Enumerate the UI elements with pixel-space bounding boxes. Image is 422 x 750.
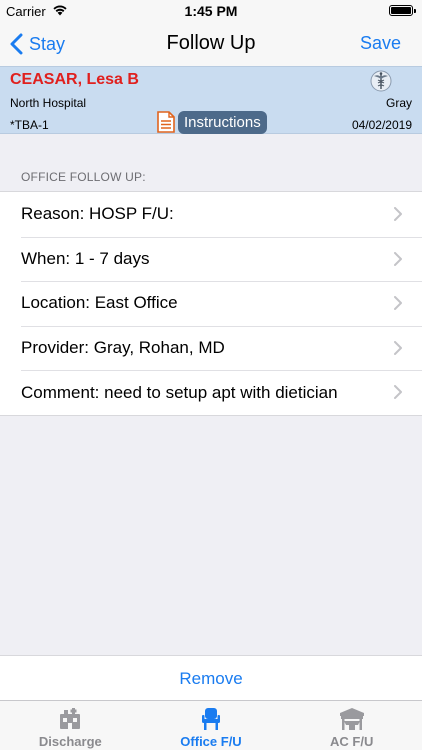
- tab-discharge[interactable]: Discharge: [0, 701, 141, 750]
- discharge-icon: [60, 708, 81, 729]
- comment-row[interactable]: Comment: need to setup apt with dieticia…: [0, 370, 422, 415]
- tab-ac-fu[interactable]: AC F/U: [281, 701, 422, 750]
- tab-discharge-label: Discharge: [38, 734, 102, 749]
- section-header: OFFICE FOLLOW UP:: [21, 170, 146, 184]
- chevron-right-icon: [394, 340, 402, 355]
- chevron-right-icon: [394, 207, 402, 221]
- patient-banner: CEASAR, Lesa B North Hospital Gray *TBA-…: [0, 66, 422, 134]
- caduceus-icon: [370, 70, 392, 92]
- instructions-button[interactable]: Instructions: [178, 111, 267, 134]
- chevron-right-icon: [394, 251, 402, 266]
- location-row[interactable]: Location: East Office: [0, 281, 422, 326]
- patient-name: CEASAR, Lesa B: [10, 71, 139, 88]
- remove-button[interactable]: Remove: [0, 655, 422, 700]
- page-title: Follow Up: [166, 32, 256, 54]
- tab-office-fu[interactable]: Office F/U: [141, 701, 282, 750]
- when-row[interactable]: When: 1 - 7 days: [0, 236, 422, 282]
- tab-bar: Discharge Office F/U AC F/U: [0, 700, 422, 750]
- battery-icon: [389, 5, 416, 16]
- comment-row-label: Comment: need to setup apt with dieticia…: [21, 382, 338, 402]
- clock: 1:45 PM: [184, 3, 238, 19]
- provider-row[interactable]: Provider: Gray, Rohan, MD: [0, 325, 422, 371]
- admission-date: 04/02/2019: [351, 118, 412, 132]
- provider-row-label: Provider: Gray, Rohan, MD: [21, 338, 225, 358]
- room-number: *TBA-1: [10, 118, 49, 132]
- provider-name: Gray: [385, 96, 412, 110]
- ac-facility-icon: [339, 708, 364, 730]
- save-button[interactable]: Save: [360, 33, 401, 54]
- navigation-bar: Stay Follow Up Save: [0, 22, 422, 66]
- document-icon[interactable]: [156, 111, 176, 133]
- chevron-right-icon: [394, 296, 402, 311]
- status-bar: Carrier 1:45 PM: [0, 0, 422, 22]
- location-row-label: Location: East Office: [21, 293, 178, 313]
- tab-ac-fu-label: AC F/U: [330, 734, 374, 749]
- follow-up-list: Reason: HOSP F/U: When: 1 - 7 days Locat…: [0, 191, 422, 416]
- when-row-label: When: 1 - 7 days: [21, 248, 150, 268]
- reason-row[interactable]: Reason: HOSP F/U:: [0, 192, 422, 237]
- reason-row-label: Reason: HOSP F/U:: [21, 204, 174, 224]
- tab-office-fu-label: Office F/U: [180, 734, 242, 749]
- chevron-right-icon: [394, 385, 402, 400]
- hospital-name: North Hospital: [10, 96, 87, 110]
- office-chair-icon: [202, 708, 220, 730]
